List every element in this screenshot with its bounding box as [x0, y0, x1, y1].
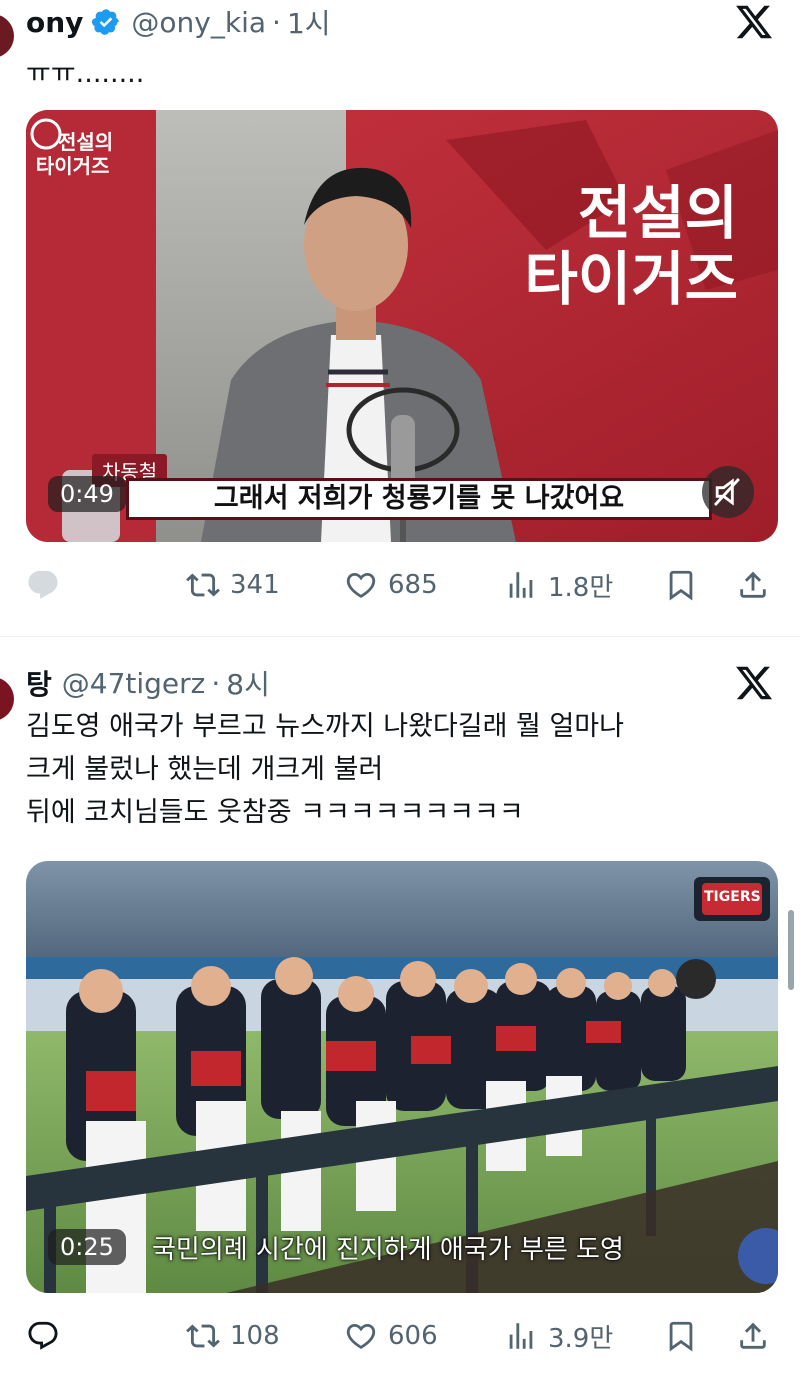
- retweet-button[interactable]: 108: [186, 1311, 280, 1361]
- bookmark-icon: [669, 1321, 693, 1352]
- tweet-header: 탕 @47tigerz · 8시: [26, 663, 270, 703]
- reply-button[interactable]: [26, 1311, 70, 1361]
- views-icon: [509, 1323, 533, 1349]
- retweet-icon: [186, 573, 220, 597]
- muted-speaker-icon: [713, 478, 740, 506]
- retweet-button[interactable]: 341: [186, 560, 280, 610]
- avatar[interactable]: [0, 677, 14, 721]
- video-player[interactable]: 전설의 타이거즈 전설의 타이거즈 차동철 그래서 저희가 청룡기를 못 나갔어…: [26, 110, 778, 542]
- video-subtitle: 그래서 저희가 청룡기를 못 나갔어요: [126, 478, 712, 520]
- brand-title-small: 전설의 타이거즈: [32, 130, 113, 178]
- views-icon: [509, 572, 533, 598]
- author-name[interactable]: ony: [26, 6, 83, 39]
- brand-title: 전설의 타이거즈: [525, 180, 738, 312]
- reply-icon: [28, 570, 58, 599]
- tweet-card[interactable]: 탕 @47tigerz · 8시 김도영 애국가 부르고 뉴스까지 나왔다길래 …: [0, 636, 800, 1395]
- tweet-timestamp[interactable]: 1시: [287, 2, 331, 42]
- like-button[interactable]: 606: [344, 1311, 438, 1361]
- share-button[interactable]: [736, 1311, 770, 1361]
- brand-title-bottom: 타이거즈: [524, 245, 738, 313]
- author-handle[interactable]: @47tigerz: [62, 667, 206, 700]
- tweet-text: 김도영 애국가 부르고 뉴스까지 나왔다길래 뭘 얼마나 크게 불렀나 했는데 …: [26, 711, 624, 828]
- share-button[interactable]: [736, 560, 770, 610]
- bookmark-button[interactable]: [664, 560, 698, 610]
- share-icon: [740, 571, 766, 598]
- tweet-card[interactable]: ony @ony_kia · 1시 ㅠㅠ........ 전설의 타이거즈 전설…: [0, 0, 800, 636]
- video-duration: 0:25: [48, 1229, 126, 1265]
- tweet-text: ㅠㅠ........: [26, 58, 145, 89]
- reply-button[interactable]: [26, 560, 70, 610]
- share-icon: [740, 1322, 766, 1349]
- tweet-header: ony @ony_kia · 1시: [26, 2, 331, 42]
- like-count: 685: [388, 570, 438, 600]
- avatar[interactable]: [0, 14, 14, 58]
- brand-small-top: 전설의: [58, 130, 114, 154]
- author-name[interactable]: 탕: [26, 663, 52, 703]
- x-logo-icon[interactable]: [734, 2, 774, 42]
- mute-button[interactable]: [702, 466, 754, 518]
- author-handle[interactable]: @ony_kia: [131, 6, 266, 39]
- views-button[interactable]: 1.8만: [504, 560, 613, 610]
- heart-icon: [346, 572, 376, 598]
- brand-title-top: 전설의: [577, 179, 738, 247]
- separator-dot: ·: [211, 666, 221, 700]
- bookmark-button[interactable]: [664, 1311, 698, 1361]
- views-count: 3.9만: [548, 1323, 614, 1354]
- scrollbar[interactable]: [788, 910, 794, 990]
- video-player[interactable]: TIGERS 국민의례 시간에 진지하게 애국가 부른 도영 0:25: [26, 861, 778, 1293]
- like-count: 606: [388, 1321, 438, 1351]
- bookmark-icon: [669, 570, 693, 601]
- like-button[interactable]: 685: [344, 560, 438, 610]
- tweet-actions: 341 685 1.8만: [26, 560, 778, 610]
- tweet-actions: 108 606 3.9만: [26, 1311, 778, 1361]
- reply-icon: [28, 1321, 58, 1350]
- brand-small-bottom: 타이거즈: [35, 154, 110, 178]
- video-duration: 0:49: [48, 476, 126, 512]
- verified-badge-icon: [92, 9, 120, 35]
- x-logo-icon[interactable]: [734, 663, 774, 703]
- video-caption: 국민의례 시간에 진지하게 애국가 부른 도영: [152, 1235, 624, 1265]
- heart-icon: [346, 1323, 376, 1349]
- views-count: 1.8만: [548, 572, 614, 603]
- separator-dot: ·: [272, 5, 281, 39]
- retweet-count: 108: [230, 1321, 280, 1351]
- views-button[interactable]: 3.9만: [504, 1311, 613, 1361]
- tweet-timestamp[interactable]: 8시: [226, 663, 270, 703]
- retweet-icon: [186, 1324, 220, 1348]
- retweet-count: 341: [230, 570, 280, 600]
- team-logo: TIGERS: [704, 889, 761, 905]
